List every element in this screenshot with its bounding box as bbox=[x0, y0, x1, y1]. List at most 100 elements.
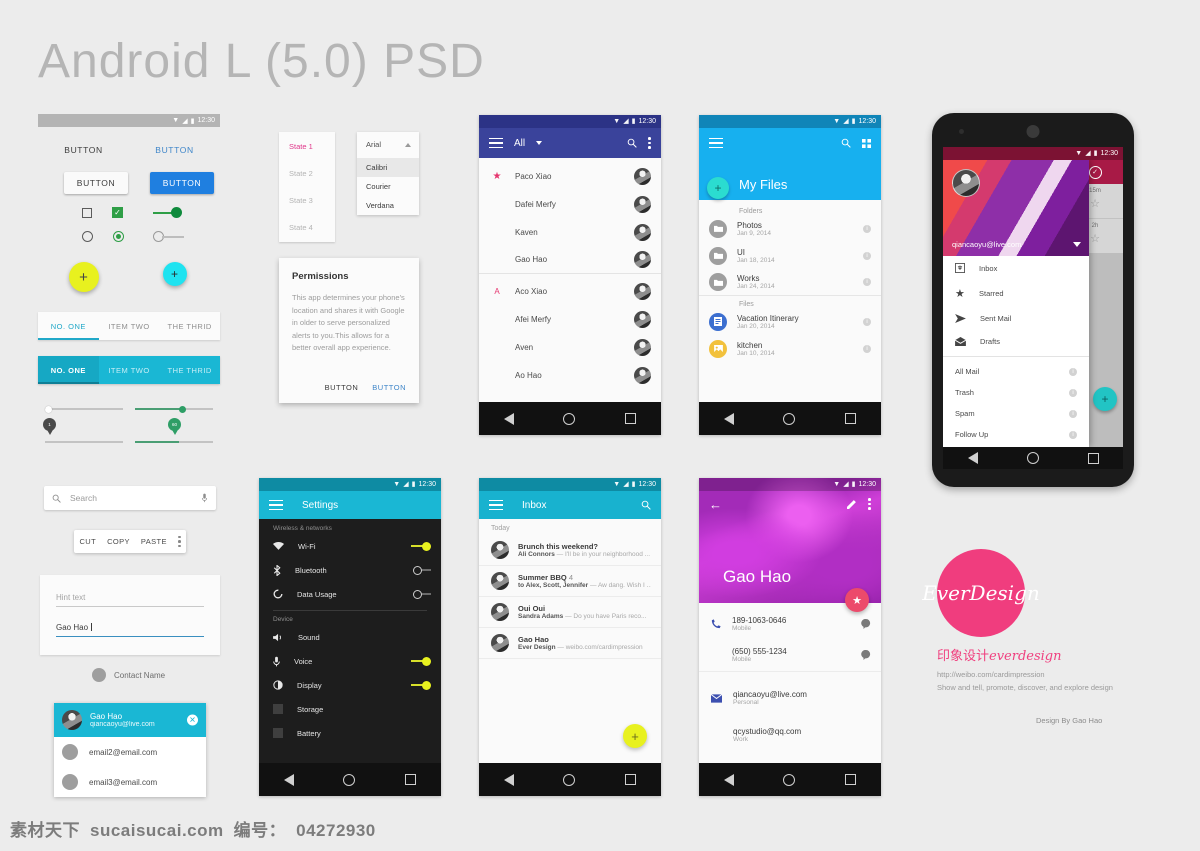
back-button[interactable] bbox=[503, 412, 514, 425]
slider-green[interactable] bbox=[135, 405, 213, 413]
settings-row-wifi[interactable]: Wi-Fi bbox=[259, 534, 441, 558]
hamburger-icon[interactable] bbox=[709, 137, 723, 149]
contact-row[interactable]: A Aco Xiao bbox=[479, 277, 661, 305]
settings-row-bluetooth[interactable]: Bluetooth bbox=[259, 558, 441, 582]
fab-yellow[interactable]: + bbox=[68, 262, 99, 292]
search-bar[interactable]: Search bbox=[44, 486, 216, 510]
profile-detail-row[interactable]: 189-1063-0646 Mobile bbox=[699, 610, 881, 638]
close-icon[interactable]: ✕ bbox=[187, 714, 198, 726]
info-icon[interactable]: i bbox=[1069, 388, 1077, 397]
settings-row-sound[interactable]: Sound bbox=[259, 625, 441, 649]
info-icon[interactable]: i bbox=[1069, 367, 1077, 376]
slider-pin-left[interactable]: 1 bbox=[43, 418, 56, 435]
home-button[interactable] bbox=[343, 773, 356, 786]
message-icon[interactable] bbox=[861, 619, 871, 629]
switch-off[interactable] bbox=[153, 231, 184, 242]
raised-button-blue[interactable]: BUTTON bbox=[150, 172, 214, 194]
home-button[interactable] bbox=[1026, 452, 1039, 464]
overflow-icon[interactable] bbox=[648, 137, 651, 149]
chevron-down-icon[interactable] bbox=[536, 141, 543, 145]
home-button[interactable] bbox=[783, 773, 796, 786]
message-row[interactable]: Summer BBQ 4 to Alex, Scott, Jennifer — … bbox=[479, 566, 661, 597]
home-button[interactable] bbox=[563, 412, 576, 425]
flat-button-blue[interactable]: BUTTON bbox=[129, 145, 220, 155]
font-option-courier[interactable]: Courier bbox=[357, 177, 419, 196]
checkbox-unchecked[interactable] bbox=[82, 207, 92, 218]
search-icon[interactable] bbox=[627, 138, 638, 148]
info-icon[interactable]: i bbox=[863, 278, 871, 286]
message-row[interactable]: Brunch this weekend? Ali Connors — I'll … bbox=[479, 535, 661, 566]
mic-icon[interactable] bbox=[201, 493, 208, 503]
search-icon[interactable] bbox=[641, 500, 651, 510]
profile-detail-row[interactable]: qiancaoyu@live.com Personal bbox=[699, 684, 881, 712]
overflow-icon[interactable] bbox=[868, 498, 871, 510]
info-icon[interactable]: i bbox=[863, 344, 871, 353]
slider-pin-right[interactable]: 60 bbox=[168, 418, 181, 435]
slider-plain-2[interactable] bbox=[45, 441, 123, 443]
drawer-item-all-mail[interactable]: All Mail i bbox=[943, 361, 1089, 382]
toggle-wifi[interactable] bbox=[411, 541, 431, 551]
font-option-verdana[interactable]: Verdana bbox=[357, 196, 419, 215]
account-option-2[interactable]: email2@email.com bbox=[54, 737, 206, 767]
drawer-item-sent-mail[interactable]: Sent Mail bbox=[943, 307, 1089, 330]
info-icon[interactable]: i bbox=[863, 317, 871, 326]
radio-unselected[interactable] bbox=[82, 231, 93, 242]
raised-button-light[interactable]: BUTTON bbox=[64, 172, 128, 194]
settings-row-storage[interactable]: Storage bbox=[259, 697, 441, 721]
search-icon[interactable] bbox=[841, 138, 851, 148]
brand-url[interactable]: http://weibo.com/cardimpression bbox=[937, 668, 1152, 681]
file-row[interactable]: Works Jan 24, 2014 i bbox=[699, 269, 881, 296]
contacts-title[interactable]: All bbox=[514, 138, 525, 149]
recents-button[interactable] bbox=[405, 774, 417, 785]
recents-button[interactable] bbox=[845, 774, 857, 785]
text-field-hint[interactable]: Hint text bbox=[56, 593, 204, 607]
profile-detail-row[interactable]: qcystudio@qq.com Work bbox=[699, 721, 881, 749]
info-icon[interactable]: i bbox=[863, 224, 871, 233]
back-button[interactable] bbox=[503, 773, 514, 786]
drawer-item-inbox[interactable]: Inbox bbox=[943, 256, 1089, 280]
contact-row[interactable]: Kaven bbox=[479, 218, 661, 246]
settings-row-voice[interactable]: Voice bbox=[259, 649, 441, 673]
recents-button[interactable] bbox=[1087, 452, 1099, 464]
home-button[interactable] bbox=[783, 412, 796, 425]
back-button[interactable] bbox=[283, 773, 294, 786]
account-option-3[interactable]: email3@email.com bbox=[54, 767, 206, 797]
paste-button[interactable]: PASTE bbox=[141, 537, 167, 546]
back-button[interactable] bbox=[723, 412, 734, 425]
settings-row-data-usage[interactable]: Data Usage bbox=[259, 582, 441, 606]
state-item-4[interactable]: State 4 bbox=[289, 223, 335, 232]
profile-detail-row[interactable]: (650) 555-1234 Mobile bbox=[699, 644, 881, 672]
switch-on[interactable] bbox=[153, 207, 182, 218]
settings-row-display[interactable]: Display bbox=[259, 673, 441, 697]
recents-button[interactable] bbox=[845, 413, 857, 424]
info-icon[interactable]: i bbox=[863, 251, 871, 260]
overflow-icon[interactable] bbox=[177, 535, 181, 548]
tab-cyan-the-thrid[interactable]: THE THRID bbox=[159, 356, 220, 384]
state-item-2[interactable]: State 2 bbox=[289, 169, 335, 178]
font-option-calibri[interactable]: Calibri bbox=[357, 158, 419, 177]
state-item-1[interactable]: State 1 bbox=[289, 142, 335, 151]
fab-add-file[interactable]: + bbox=[707, 177, 729, 199]
fab-cyan[interactable]: + bbox=[162, 262, 187, 286]
avatar[interactable] bbox=[952, 169, 980, 197]
cut-button[interactable]: CUT bbox=[79, 537, 96, 546]
tab-the-thrid[interactable]: THE THRID bbox=[159, 312, 220, 340]
recents-button[interactable] bbox=[625, 413, 637, 424]
checkbox-checked[interactable]: ✓ bbox=[112, 207, 123, 218]
drawer-item-spam[interactable]: Spam i bbox=[943, 403, 1089, 424]
account-picker-selected[interactable]: Gao Hao qiancaoyu@live.com ✕ bbox=[54, 703, 206, 737]
tab-cyan-item-two[interactable]: ITEM TWO bbox=[99, 356, 160, 384]
search-input[interactable]: Search bbox=[70, 493, 192, 503]
toggle-data-usage[interactable] bbox=[413, 589, 431, 599]
toggle-bluetooth[interactable] bbox=[413, 565, 431, 575]
grid-view-icon[interactable] bbox=[862, 138, 871, 148]
home-button[interactable] bbox=[563, 773, 576, 786]
slider-green-2[interactable] bbox=[135, 441, 213, 443]
settings-row-battery[interactable]: Battery bbox=[259, 721, 441, 745]
file-row[interactable]: UI Jan 18, 2014 i bbox=[699, 242, 881, 269]
info-icon[interactable]: i bbox=[1069, 430, 1077, 439]
contact-row[interactable]: ★ Paco Xiao bbox=[479, 162, 661, 190]
tab-cyan-no-one[interactable]: NO. ONE bbox=[38, 356, 99, 384]
text-field-filled[interactable]: Gao Hao bbox=[56, 623, 204, 637]
back-button[interactable] bbox=[723, 773, 734, 786]
